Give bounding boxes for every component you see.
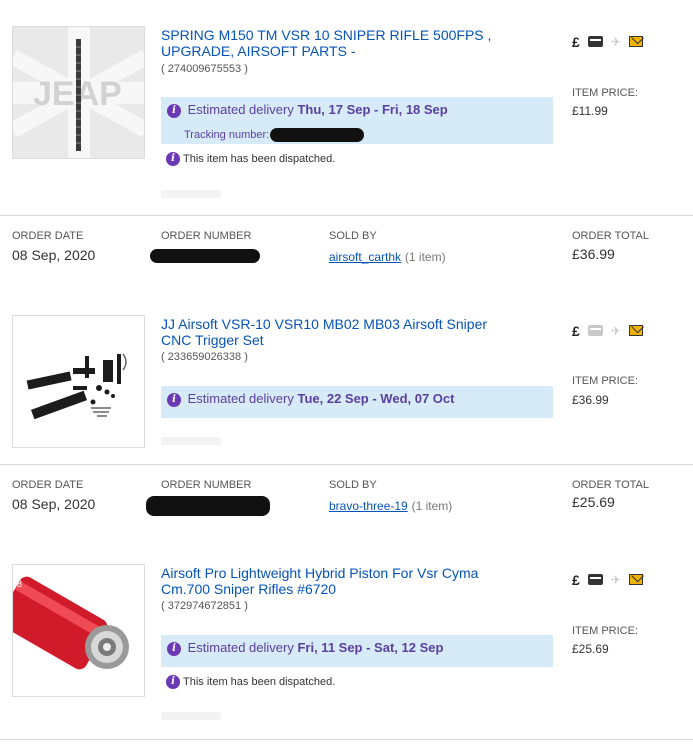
shipped-icon: ✈ bbox=[610, 34, 621, 49]
shipped-icon: ✈ bbox=[610, 323, 621, 338]
item-price: £25.69 bbox=[572, 642, 609, 656]
dispatch-status: i This item has been dispatched. bbox=[166, 152, 335, 166]
redacted-order-number bbox=[150, 249, 260, 263]
order-total: £25.69 bbox=[572, 494, 615, 510]
sold-by-label: SOLD BY bbox=[329, 230, 377, 242]
delivery-dates: Thu, 17 Sep - Fri, 18 Sep bbox=[297, 102, 448, 117]
order-total: £36.99 bbox=[572, 246, 615, 262]
delivery-label: Estimated delivery bbox=[187, 391, 294, 406]
item-price: £11.99 bbox=[572, 104, 608, 118]
item-id: ( 274009675553 ) bbox=[161, 63, 248, 75]
sold-by-label: SOLD BY bbox=[329, 479, 377, 491]
item-id: ( 233659026338 ) bbox=[161, 351, 248, 363]
feedback-icon[interactable] bbox=[628, 325, 643, 337]
item-count: (1 item) bbox=[411, 499, 453, 513]
order-number-label: ORDER NUMBER bbox=[161, 479, 252, 491]
info-icon: i bbox=[166, 152, 180, 166]
pound-icon: £ bbox=[572, 571, 580, 588]
item-id: ( 372974672851 ) bbox=[161, 600, 248, 612]
redacted-tracking-number bbox=[270, 128, 364, 142]
order-date-label: ORDER DATE bbox=[12, 230, 84, 242]
order-date: 08 Sep, 2020 bbox=[12, 496, 96, 512]
shipped-icon: ✈ bbox=[610, 572, 621, 587]
delivery-dates: Tue, 22 Sep - Wed, 07 Oct bbox=[297, 391, 455, 406]
payment-icon bbox=[587, 36, 603, 48]
item-price-label: ITEM PRICE: bbox=[572, 375, 639, 387]
delivery-dates: Fri, 11 Sep - Sat, 12 Sep bbox=[297, 640, 444, 655]
svg-text:8: 8 bbox=[17, 579, 22, 589]
estimated-delivery-box: i Estimated delivery Fri, 11 Sep - Sat, … bbox=[161, 635, 553, 667]
feedback-icon[interactable] bbox=[628, 574, 643, 586]
pound-icon: £ bbox=[572, 33, 580, 50]
payment-icon bbox=[587, 325, 603, 337]
order-total-label: ORDER TOTAL bbox=[572, 230, 650, 242]
payment-icon bbox=[587, 574, 603, 586]
item-price-label: ITEM PRICE: bbox=[572, 625, 639, 637]
redacted-order-number bbox=[146, 496, 270, 516]
item-title-link[interactable]: Airsoft Pro Lightweight Hybrid Piston Fo… bbox=[161, 565, 521, 597]
status-icons: £ ✈ bbox=[572, 571, 651, 588]
order-divider bbox=[0, 215, 693, 216]
seller-link[interactable]: bravo-three-19 bbox=[329, 499, 408, 513]
delivery-label: Estimated delivery bbox=[187, 640, 294, 655]
item-title-link[interactable]: JJ Airsoft VSR-10 VSR10 MB02 MB03 Airsof… bbox=[161, 316, 521, 348]
feedback-icon[interactable] bbox=[628, 36, 643, 48]
order-divider bbox=[0, 739, 693, 740]
delivery-label: Estimated delivery bbox=[187, 102, 294, 117]
dispatch-status: i This item has been dispatched. bbox=[166, 675, 335, 689]
seller-link[interactable]: airsoft_carthk bbox=[329, 250, 401, 264]
item-price: £36.99 bbox=[572, 393, 609, 407]
order-date-label: ORDER DATE bbox=[12, 479, 84, 491]
order-total-label: ORDER TOTAL bbox=[572, 479, 650, 491]
item-thumbnail-spring[interactable]: JEAP bbox=[12, 26, 145, 159]
sold-by: airsoft_carthk (1 item) bbox=[329, 248, 446, 264]
item-thumbnail-piston[interactable]: 8 bbox=[12, 564, 145, 697]
status-icons: £ ✈ bbox=[572, 322, 651, 339]
sold-by: bravo-three-19 (1 item) bbox=[329, 497, 452, 513]
order-number-label: ORDER NUMBER bbox=[161, 230, 252, 242]
dispatch-text: This item has been dispatched. bbox=[183, 153, 336, 165]
estimated-delivery-box: i Estimated delivery Tue, 22 Sep - Wed, … bbox=[161, 386, 553, 418]
info-icon: i bbox=[167, 392, 181, 407]
tracking-label: Tracking number: bbox=[184, 129, 270, 141]
item-count: (1 item) bbox=[404, 250, 446, 264]
item-thumbnail-trigger-set[interactable] bbox=[12, 315, 145, 448]
item-price-label: ITEM PRICE: bbox=[572, 87, 639, 99]
dispatch-text: This item has been dispatched. bbox=[183, 676, 336, 688]
order-date: 08 Sep, 2020 bbox=[12, 247, 96, 263]
order-divider bbox=[0, 464, 693, 465]
status-icons: £ ✈ bbox=[572, 33, 651, 50]
pound-icon: £ bbox=[572, 322, 580, 339]
info-icon: i bbox=[166, 675, 180, 689]
info-icon: i bbox=[167, 641, 181, 656]
item-title-link[interactable]: SPRING M150 TM VSR 10 SNIPER RIFLE 500FP… bbox=[161, 27, 521, 59]
info-icon: i bbox=[167, 103, 181, 118]
